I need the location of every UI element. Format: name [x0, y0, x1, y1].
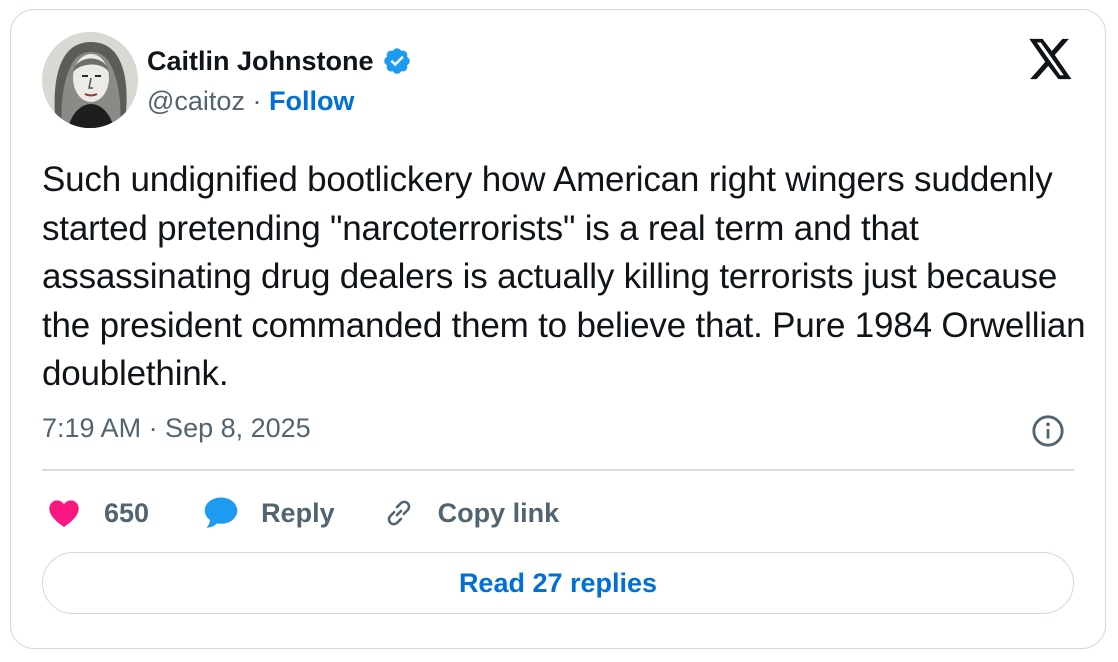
heart-icon	[49, 500, 79, 527]
handle-separator: ·	[244, 86, 269, 116]
author-handle[interactable]: @caitoz	[147, 86, 245, 116]
tweet-text: Such undignified bootlickery how America…	[42, 160, 1086, 393]
action-bar: 650 Reply Copy link	[48, 492, 559, 534]
follow-button[interactable]: Follow	[269, 86, 354, 116]
tweet-card: Caitlin Johnstone @caitoz · Follow Such …	[10, 9, 1106, 649]
info-icon[interactable]	[1031, 414, 1065, 448]
copy-link-button[interactable]: Copy link	[382, 496, 560, 530]
tweet-timestamp[interactable]: 7:19 AM · Sep 8, 2025	[42, 413, 311, 444]
divider	[42, 469, 1074, 471]
avatar[interactable]	[42, 32, 138, 128]
read-replies-label: Read 27 replies	[458, 567, 658, 598]
reply-label: Reply	[261, 497, 335, 528]
verified-badge-icon	[383, 48, 410, 74]
author-name[interactable]: Caitlin Johnstone	[147, 46, 374, 77]
link-icon	[387, 500, 410, 526]
like-count: 650	[104, 497, 150, 528]
avatar-portrait-icon	[42, 32, 138, 128]
author-name-row: Caitlin Johnstone	[147, 44, 412, 78]
speech-bubble-icon	[204, 497, 238, 528]
like-button[interactable]: 650	[48, 498, 149, 529]
read-replies-button[interactable]: Read 27 replies	[42, 552, 1074, 614]
reply-button[interactable]: Reply	[203, 496, 335, 530]
x-logo-icon[interactable]	[1029, 38, 1073, 80]
handle-row: @caitoz · Follow	[147, 86, 354, 117]
copy-link-label: Copy link	[437, 497, 560, 528]
